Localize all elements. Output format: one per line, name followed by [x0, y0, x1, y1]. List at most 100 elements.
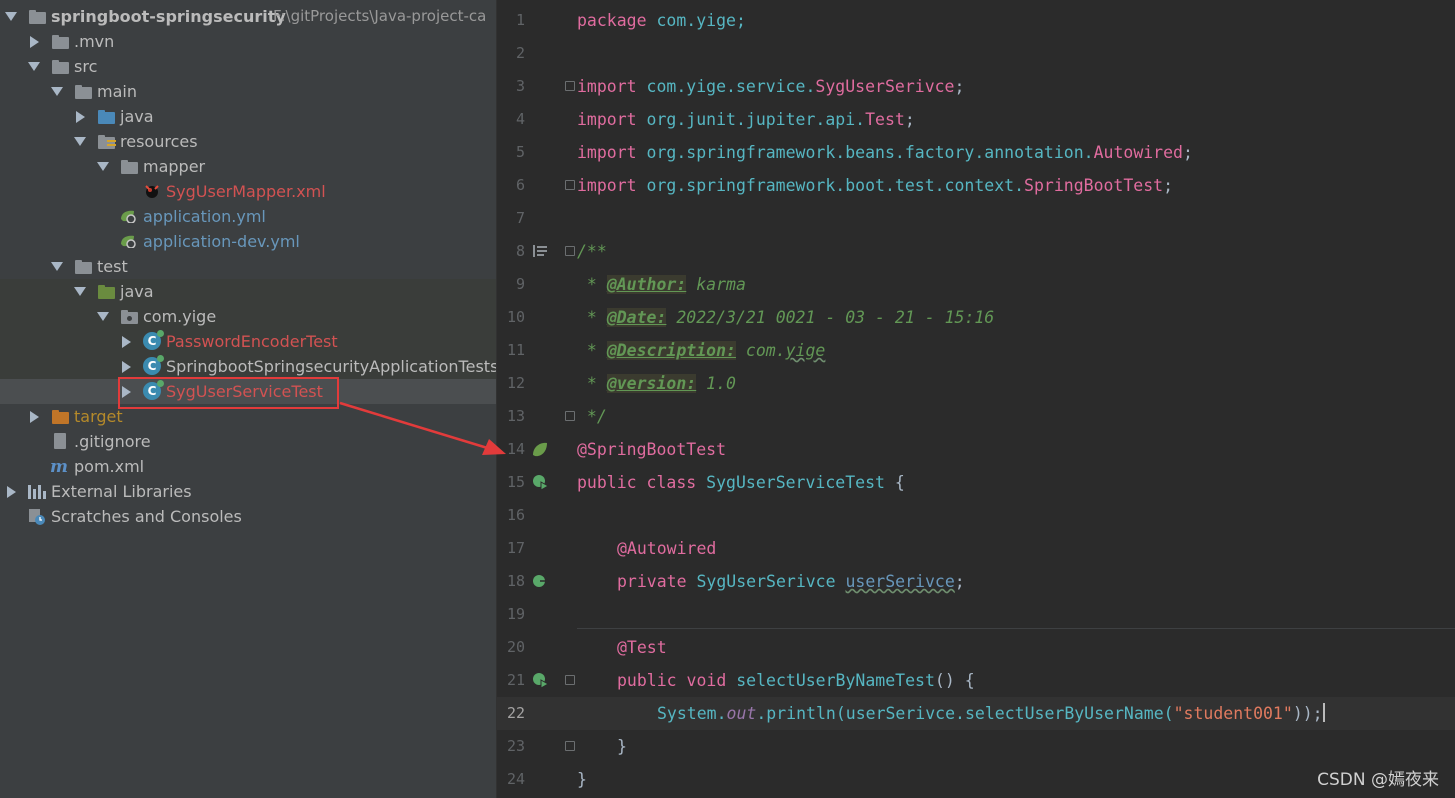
fold-icon[interactable] [565, 235, 575, 268]
tree-label: test [97, 257, 128, 276]
tree-item-java-test[interactable]: java [0, 279, 496, 304]
code-line[interactable]: 9 * @Author: karma [497, 268, 1455, 301]
code-text: package com.yige; [577, 11, 746, 30]
code-line[interactable]: 21 public void selectUserByNameTest() { [497, 664, 1455, 697]
code-line[interactable]: 24} [497, 763, 1455, 796]
folder-icon [74, 83, 92, 101]
line-number: 23 [506, 737, 525, 755]
navigate-bean-icon[interactable] [531, 565, 549, 598]
code-line[interactable]: 7 [497, 202, 1455, 235]
tree-label: .gitignore [74, 432, 151, 451]
tree-label: com.yige [143, 307, 217, 326]
code-line[interactable]: 19 [497, 598, 1455, 631]
tree-item-main[interactable]: main [0, 79, 496, 104]
tree-item-package[interactable]: com.yige [0, 304, 496, 329]
expand-arrow-icon[interactable] [73, 129, 87, 154]
tree-label: java [120, 282, 154, 301]
tree-item-pom[interactable]: m pom.xml [0, 454, 496, 479]
code-line[interactable]: 12 * @version: 1.0 [497, 367, 1455, 400]
tree-item-java-main[interactable]: java [0, 104, 496, 129]
folder-icon [120, 158, 138, 176]
code-line[interactable]: 1 package com.yige; [497, 4, 1455, 37]
code-line[interactable]: 17 @Autowired [497, 532, 1455, 565]
expand-arrow-icon[interactable] [27, 54, 41, 79]
code-line[interactable]: 15 public class SygUserServiceTest { [497, 466, 1455, 499]
tree-item-mapper-xml[interactable]: SygUserMapper.xml [0, 179, 496, 204]
code-text: import com.yige.service.SygUserSerivce; [577, 77, 965, 96]
code-line[interactable]: 2 [497, 37, 1455, 70]
code-line[interactable]: 18 private SygUserSerivce userSerivce; [497, 565, 1455, 598]
tree-root[interactable]: springboot-springsecurity F:\gitProjects… [0, 4, 496, 29]
fold-icon[interactable] [565, 169, 575, 202]
tree-item-test-class-2[interactable]: C SpringbootSpringsecurityApplicationTes… [0, 354, 496, 379]
maven-icon: m [50, 457, 68, 477]
tree-item-src[interactable]: src [0, 54, 496, 79]
render-doc-icon[interactable] [531, 235, 549, 268]
code-line[interactable]: 23} [497, 730, 1455, 763]
line-number: 18 [506, 572, 525, 590]
code-text: /** [577, 242, 607, 261]
expand-arrow-icon[interactable] [96, 154, 110, 179]
code-line[interactable]: 8 /** [497, 235, 1455, 268]
tree-item-test-class-1[interactable]: C PasswordEncoderTest [0, 329, 496, 354]
code-text: System.out.println(userSerivce.selectUse… [657, 703, 1325, 723]
resources-folder-icon [97, 133, 116, 151]
line-number: 2 [515, 44, 525, 62]
code-line[interactable]: 4 import org.junit.jupiter.api.Test; [497, 103, 1455, 136]
expand-arrow-icon[interactable] [50, 79, 64, 104]
line-number: 6 [515, 176, 525, 194]
collapse-arrow-icon[interactable] [119, 329, 133, 354]
expand-arrow-icon[interactable] [73, 279, 87, 304]
tree-label: .mvn [74, 32, 115, 51]
run-test-icon[interactable] [531, 664, 549, 697]
fold-icon[interactable] [565, 664, 575, 697]
tree-item-mvn[interactable]: .mvn [0, 29, 496, 54]
line-number: 14 [506, 440, 525, 458]
collapse-arrow-icon[interactable] [27, 404, 41, 429]
test-class-icon: C [143, 330, 164, 350]
code-text: import org.springframework.boot.test.con… [577, 176, 1174, 195]
line-number: 12 [506, 374, 525, 392]
tree-label: application-dev.yml [143, 232, 300, 251]
tree-item-application-dev-yml[interactable]: application-dev.yml [0, 229, 496, 254]
expand-arrow-icon[interactable] [96, 304, 110, 329]
spring-bean-icon[interactable] [531, 433, 549, 466]
collapse-arrow-icon[interactable] [4, 479, 18, 504]
tree-item-mapper[interactable]: mapper [0, 154, 496, 179]
code-line[interactable]: 16 [497, 499, 1455, 532]
tree-label: SygUserMapper.xml [166, 182, 326, 201]
code-line[interactable]: 5 import org.springframework.beans.factor… [497, 136, 1455, 169]
tree-item-external-libraries[interactable]: External Libraries [0, 479, 496, 504]
code-text: private SygUserSerivce userSerivce; [617, 572, 965, 591]
code-editor[interactable]: 1 package com.yige; 2 3 import com.yige.se… [497, 0, 1455, 798]
expand-arrow-icon[interactable] [4, 4, 18, 29]
code-line[interactable]: 14 @SpringBootTest [497, 433, 1455, 466]
fold-icon[interactable] [565, 730, 575, 763]
code-line[interactable]: 20 @Test [497, 631, 1455, 664]
line-number: 1 [515, 11, 525, 29]
collapse-arrow-icon[interactable] [119, 354, 133, 379]
code-line[interactable]: 11 * @Description: com.yige [497, 334, 1455, 367]
fold-icon[interactable] [565, 70, 575, 103]
tree-label: SpringbootSpringsecurityApplicationTests [166, 357, 496, 376]
expand-arrow-icon[interactable] [50, 254, 64, 279]
tree-item-scratches[interactable]: Scratches and Consoles [0, 504, 496, 529]
tree-item-application-yml[interactable]: application.yml [0, 204, 496, 229]
tree-label: pom.xml [74, 457, 145, 476]
code-text: * @Date: 2022/3/21 0021 - 03 - 21 - 15:1… [577, 308, 995, 327]
tree-label: mapper [143, 157, 206, 176]
tree-item-gitignore[interactable]: .gitignore [0, 429, 496, 454]
run-test-icon[interactable] [531, 466, 549, 499]
source-folder-icon [97, 108, 115, 126]
code-line[interactable]: 13 */ [497, 400, 1455, 433]
tree-item-resources[interactable]: resources [0, 129, 496, 154]
code-line-current[interactable]: 22 System.out.println(userSerivce.selectU… [497, 697, 1455, 730]
tree-label: target [74, 407, 123, 426]
tree-item-test[interactable]: test [0, 254, 496, 279]
code-line[interactable]: 10 * @Date: 2022/3/21 0021 - 03 - 21 - 1… [497, 301, 1455, 334]
collapse-arrow-icon[interactable] [73, 104, 87, 129]
collapse-arrow-icon[interactable] [27, 29, 41, 54]
fold-icon[interactable] [565, 400, 575, 433]
code-line[interactable]: 3 import com.yige.service.SygUserSerivce; [497, 70, 1455, 103]
code-line[interactable]: 6 import org.springframework.boot.test.co… [497, 169, 1455, 202]
